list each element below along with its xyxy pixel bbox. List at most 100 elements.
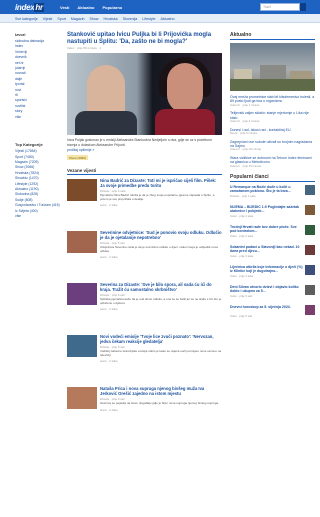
popular-thumbnail[interactable] bbox=[305, 285, 315, 296]
lead-article-image[interactable] bbox=[67, 53, 222, 136]
popular-title[interactable]: Lijećnica otkrila koje informacije o dje… bbox=[230, 265, 303, 273]
news-footer[interactable]: www · 2 slike bbox=[100, 203, 222, 207]
popular-heading: Popularni članci bbox=[230, 174, 315, 183]
popular-meta: Index · prije 5 sati bbox=[230, 294, 253, 299]
category-link[interactable]: Gospodarstvo i Turizam (415) bbox=[15, 203, 60, 208]
popular-thumbnail[interactable] bbox=[305, 265, 315, 276]
category-link[interactable]: Aktualno bbox=[160, 17, 174, 21]
news-title[interactable]: Novi vodeći emisije 'Tvoje lice zvuči po… bbox=[100, 334, 222, 345]
popular-meta: Index · prije 2 sata bbox=[230, 234, 254, 239]
nav-item-popularno[interactable]: Popularno bbox=[102, 5, 122, 10]
aktualno-meta: Net.hr · prije 5 minuta bbox=[230, 131, 257, 136]
news-item: Nina Badrić za Dizaste: Toti mi je ispri… bbox=[67, 178, 222, 227]
popular-thumbnail[interactable] bbox=[305, 205, 315, 216]
popular-meta: Index · prije 2 sata bbox=[230, 214, 254, 219]
news-summary: Pjevačica Nina Badrić otkrila je da je z… bbox=[100, 192, 215, 201]
category-link[interactable]: Hrvatska bbox=[104, 17, 118, 21]
top-bar: indexhr Vesti Aktualno Popularno Traži bbox=[0, 0, 320, 14]
popular-title[interactable]: Trodnji Hrvati rade bez dobre ploče. Sve… bbox=[230, 225, 303, 233]
news-summary: Glumica se pojavila na istom događaju gd… bbox=[100, 400, 219, 405]
news-footer[interactable]: www · 2 slike bbox=[100, 408, 222, 412]
popular-meta: Dizaste · prije 1 sata bbox=[230, 194, 256, 199]
category-tag[interactable]: Show (3966) bbox=[67, 155, 89, 160]
site-logo[interactable]: indexhr bbox=[15, 3, 44, 12]
news-body: Severina za Dizaste: 'Sve je bilo spora,… bbox=[100, 282, 222, 311]
top-categories-list: Vijesti (17854) Sport (7480) Magazin (7209… bbox=[15, 149, 60, 214]
news-title[interactable]: Severinine odvjetnice: 'Sud je ponovio s… bbox=[100, 230, 222, 241]
search-button[interactable] bbox=[300, 3, 306, 11]
categories-more-link[interactable]: više bbox=[15, 214, 60, 219]
news-thumbnail[interactable] bbox=[67, 179, 97, 201]
lead-article-summary: Ivica Puljak gostovao je u emisiji Aleks… bbox=[67, 138, 212, 147]
sources-heading: Izvori bbox=[15, 32, 26, 37]
lead-article-title[interactable]: Stanković upitao Ivicu Puljka bi li Prij… bbox=[67, 32, 222, 45]
news-summary: Splitska pjevačica kaže da je sud donio … bbox=[100, 296, 222, 305]
aktualno-meta: Index.hr · prije 15 minuta bbox=[230, 163, 261, 168]
news-item: Severina za Dizaste: 'Sve je bilo spora,… bbox=[67, 282, 222, 331]
news-thumbnail[interactable] bbox=[67, 335, 97, 357]
aktualno-meta: Index.hr · prije 10 minuta bbox=[230, 147, 261, 152]
news-item: Novi vodeći emisije 'Tvoje lice zvuči po… bbox=[67, 334, 222, 383]
category-link[interactable]: Vijesti bbox=[43, 17, 53, 21]
sources-list: slobodna dalmacija index Večernji dnevnik ne… bbox=[15, 39, 60, 115]
news-footer[interactable]: www · 2 slike bbox=[100, 307, 222, 311]
news-title[interactable]: Severina za Dizaste: 'Sve je bilo spora,… bbox=[100, 282, 222, 293]
category-link[interactable]: Show bbox=[90, 17, 99, 21]
popular-item: Dnevni horoskop za 5. siječnja 2024. Inde… bbox=[230, 305, 315, 322]
popular-item: NIJEMA – BIJEDIC 1:0 Pogledajte sažetak … bbox=[230, 205, 315, 222]
popular-item: U Remarque na Božić dođe u količ u zamot… bbox=[230, 185, 315, 202]
nav-item-aktualno[interactable]: Aktualno bbox=[77, 5, 94, 10]
related-news-list: Nina Badrić za Dizaste: Toti mi je ispri… bbox=[67, 178, 222, 435]
popular-item: Lijećnica otkrila koje informacije o dje… bbox=[230, 265, 315, 282]
category-link[interactable]: Magazin bbox=[71, 17, 85, 21]
popular-meta: Index · prije 4 sata bbox=[230, 274, 254, 279]
search-input[interactable]: Traži bbox=[260, 3, 300, 11]
category-bar: Sve kategorije Vijesti Sport Magazin Show Hrv… bbox=[0, 14, 320, 23]
popular-title[interactable]: Deni Silvan otvorio dvizvi i objavio kol… bbox=[230, 285, 303, 293]
aktualno-meta: Index.hr · prije 4 minute bbox=[230, 119, 260, 124]
news-thumbnail[interactable] bbox=[67, 231, 97, 253]
news-item: Nataša Prica i nova supruga njenog bivše… bbox=[67, 386, 222, 435]
main-nav: Vesti Aktualno Popularno bbox=[60, 5, 122, 10]
category-link[interactable]: Sport bbox=[57, 17, 66, 21]
popular-item: Trodnji Hrvati rade bez dobre ploče. Sve… bbox=[230, 225, 315, 242]
aktualno-image[interactable] bbox=[230, 43, 315, 91]
news-footer[interactable]: www · 2 slike bbox=[100, 255, 222, 259]
news-body: Novi vodeći emisije 'Tvoje lice zvuči po… bbox=[100, 334, 222, 363]
popular-list: U Remarque na Božić dođe u količ u zamot… bbox=[230, 185, 315, 322]
category-link[interactable]: Sve kategorije bbox=[15, 17, 38, 21]
news-footer[interactable]: www · 2 slike bbox=[100, 359, 222, 363]
news-body: Severinine odvjetnice: 'Sud je ponovio s… bbox=[100, 230, 222, 259]
main-column: Stanković upitao Ivicu Puljka bi li Prij… bbox=[67, 32, 222, 435]
category-nav: Sve kategorije Vijesti Sport Magazin Show Hrv… bbox=[15, 17, 174, 21]
category-link[interactable]: Lifestyle bbox=[142, 17, 155, 21]
category-link[interactable]: Slovenija bbox=[123, 17, 138, 21]
news-thumbnail[interactable] bbox=[67, 283, 97, 305]
nav-item-vesti[interactable]: Vesti bbox=[60, 5, 69, 10]
lead-article-meta: Index · prije 59 minuta · 1 bbox=[67, 46, 102, 51]
popular-title[interactable]: Dnevni horoskop za 5. siječnja 2024. bbox=[230, 305, 303, 309]
related-news-heading: Vezane vijesti bbox=[67, 168, 222, 175]
popular-thumbnail[interactable] bbox=[305, 225, 315, 236]
popular-item: Deni Silvan otvorio dvizvi i objavio kol… bbox=[230, 285, 315, 302]
popular-thumbnail[interactable] bbox=[305, 305, 315, 316]
news-thumbnail[interactable] bbox=[67, 387, 97, 409]
popular-thumbnail[interactable] bbox=[305, 245, 315, 256]
left-sidebar: Izvori slobodna dalmacija index Večernji dn… bbox=[15, 32, 60, 219]
news-item: Severinine odvjetnice: 'Sud je ponovio s… bbox=[67, 230, 222, 279]
aktualno-meta: Index.hr · prije 1 minute bbox=[230, 102, 260, 107]
popular-thumbnail[interactable] bbox=[305, 185, 315, 196]
right-column: Aktualno Ovaj mreža prometnice slab bit … bbox=[230, 32, 315, 322]
news-title[interactable]: Nataša Prica i nova supruga njenog bivše… bbox=[100, 386, 222, 397]
read-more-link[interactable]: pročitaj opširnije » bbox=[67, 148, 222, 152]
popular-item: Sokantni podaci u Slavoniji kao nekad. 1… bbox=[230, 245, 315, 262]
popular-title[interactable]: NIJEMA – BIJEDIC 1:0 Pogledajte sažetak … bbox=[230, 205, 303, 213]
aktualno-heading: Aktualno bbox=[230, 32, 315, 40]
news-title[interactable]: Nina Badrić za Dizaste: Toti mi je ispri… bbox=[100, 178, 222, 189]
popular-title[interactable]: Sokantni podaci u Slavoniji kao nekad. 1… bbox=[230, 245, 303, 253]
aktualno-list: Ovaj mreža prometnice slab bit klisdemes… bbox=[230, 95, 315, 168]
news-body: Nina Badrić za Dizaste: Toti mi je ispri… bbox=[100, 178, 222, 207]
news-summary: Odvjetnica Severine rekla je da je sud d… bbox=[100, 244, 218, 253]
popular-title[interactable]: U Remarque na Božić dođe u količ u zamot… bbox=[230, 185, 303, 193]
news-summary: Voditelj zabavne televizijske emisije ot… bbox=[100, 348, 222, 357]
